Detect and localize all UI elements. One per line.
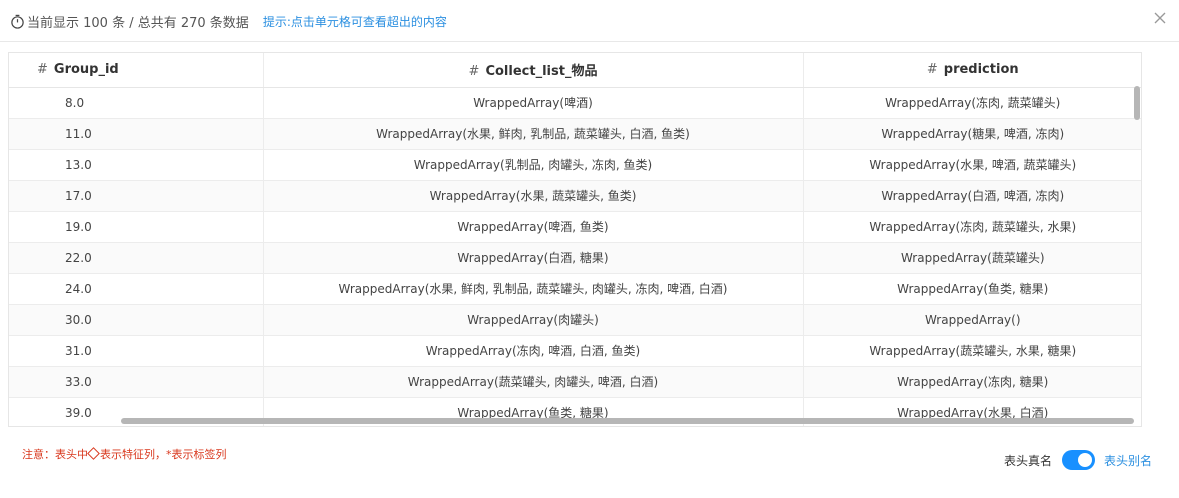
vertical-scroll-thumb[interactable] — [1134, 86, 1140, 120]
table-row: 24.0 WrappedArray(水果, 鲜肉, 乳制品, 蔬菜罐头, 肉罐头,… — [9, 273, 1141, 305]
top-bar: 当前显示 100 条 / 总共有 270 条数据 提示:点击单元格可查看超出的内… — [0, 0, 1179, 42]
vertical-scrollbar[interactable] — [1133, 84, 1141, 418]
table-row: 13.0 WrappedArray(乳制品, 肉罐头, 冻肉, 鱼类) Wrappe… — [9, 149, 1141, 181]
cell-group-id[interactable]: 22.0 — [9, 242, 264, 274]
table-row: 30.0 WrappedArray(肉罐头) WrappedArray() — [9, 304, 1141, 336]
cell-collect-list[interactable]: WrappedArray(蔬菜罐头, 肉罐头, 啤酒, 白酒) — [263, 366, 804, 398]
horizontal-scrollbar[interactable] — [9, 417, 1134, 425]
legend-note: 注意：表头中 表示特征列，*表示标签列 — [22, 447, 227, 461]
table-row: 19.0 WrappedArray(啤酒, 鱼类) WrappedArray(冻肉,… — [9, 211, 1141, 243]
cell-collect-list[interactable]: WrappedArray(水果, 蔬菜罐头, 鱼类) — [263, 180, 804, 212]
cell-prediction[interactable]: WrappedArray(蔬菜罐头, 水果, 糖果) — [803, 335, 1141, 367]
cell-collect-list[interactable]: WrappedArray(白酒, 糖果) — [263, 242, 804, 274]
cell-group-id[interactable]: 19.0 — [9, 211, 264, 243]
cell-collect-list[interactable]: WrappedArray(水果, 鲜肉, 乳制品, 蔬菜罐头, 白酒, 鱼类) — [263, 118, 804, 150]
cell-collect-list[interactable]: WrappedArray(乳制品, 肉罐头, 冻肉, 鱼类) — [263, 149, 804, 181]
table-row: 31.0 WrappedArray(冻肉, 啤酒, 白酒, 鱼类) WrappedA… — [9, 335, 1141, 367]
cell-prediction[interactable]: WrappedArray(水果, 啤酒, 蔬菜罐头) — [803, 149, 1141, 181]
table-row: 33.0 WrappedArray(蔬菜罐头, 肉罐头, 啤酒, 白酒) Wrapp… — [9, 366, 1141, 398]
cell-group-id[interactable]: 33.0 — [9, 366, 264, 398]
record-count-text: 当前显示 100 条 / 总共有 270 条数据 — [27, 16, 249, 31]
cell-group-id[interactable]: 31.0 — [9, 335, 264, 367]
cell-group-id[interactable]: 17.0 — [9, 180, 264, 212]
cell-prediction[interactable]: WrappedArray() — [803, 304, 1141, 336]
horizontal-scroll-thumb[interactable] — [121, 418, 1134, 424]
header-name-switch[interactable] — [1062, 450, 1096, 470]
feature-column-icon — [87, 447, 100, 460]
cell-group-id[interactable]: 8.0 — [9, 87, 264, 119]
cell-collect-list[interactable]: WrappedArray(水果, 鲜肉, 乳制品, 蔬菜罐头, 肉罐头, 冻肉,… — [263, 273, 804, 305]
tip-text: 提示:点击单元格可查看超出的内容 — [262, 15, 447, 29]
cell-group-id[interactable]: 24.0 — [9, 273, 264, 305]
cell-group-id[interactable]: 13.0 — [9, 149, 264, 181]
column-header-collect-list[interactable]: # Collect_list_物品 — [263, 53, 804, 88]
cell-prediction[interactable]: WrappedArray(鱼类, 糖果) — [803, 273, 1141, 305]
table-header-row: # Group_id # Collect_list_物品 # prediction — [9, 53, 1141, 88]
timer-icon — [11, 14, 24, 29]
cell-prediction[interactable]: WrappedArray(冻肉, 糖果) — [803, 366, 1141, 398]
table-row: 8.0 WrappedArray(啤酒) WrappedArray(冻肉, 蔬菜罐头… — [9, 87, 1141, 119]
cell-collect-list[interactable]: WrappedArray(啤酒) — [263, 87, 804, 119]
column-header-group-id[interactable]: # Group_id — [9, 53, 264, 88]
cell-collect-list[interactable]: WrappedArray(肉罐头) — [263, 304, 804, 336]
cell-collect-list[interactable]: WrappedArray(啤酒, 鱼类) — [263, 211, 804, 243]
real-name-label: 表头真名 — [1004, 453, 1053, 468]
data-table: # Group_id # Collect_list_物品 # prediction 8… — [8, 52, 1142, 427]
table-row: 11.0 WrappedArray(水果, 鲜肉, 乳制品, 蔬菜罐头, 白酒, … — [9, 118, 1141, 150]
column-header-prediction[interactable]: # prediction — [803, 53, 1141, 88]
table-row: 17.0 WrappedArray(水果, 蔬菜罐头, 鱼类) WrappedArr… — [9, 180, 1141, 212]
close-icon[interactable] — [1151, 9, 1169, 27]
header-name-toggle-area: 表头真名 表头别名 — [1004, 450, 1152, 470]
alias-name-label: 表头别名 — [1104, 453, 1153, 468]
cell-prediction[interactable]: WrappedArray(蔬菜罐头) — [803, 242, 1141, 274]
switch-knob — [1078, 453, 1093, 467]
cell-prediction[interactable]: WrappedArray(冻肉, 蔬菜罐头, 水果) — [803, 211, 1141, 243]
cell-prediction[interactable]: WrappedArray(糖果, 啤酒, 冻肉) — [803, 118, 1141, 150]
cell-group-id[interactable]: 30.0 — [9, 304, 264, 336]
cell-prediction[interactable]: WrappedArray(白酒, 啤酒, 冻肉) — [803, 180, 1141, 212]
record-info: 当前显示 100 条 / 总共有 270 条数据 提示:点击单元格可查看超出的内… — [10, 12, 447, 31]
cell-group-id[interactable]: 11.0 — [9, 118, 264, 150]
table-row: 22.0 WrappedArray(白酒, 糖果) WrappedArray(蔬菜罐… — [9, 242, 1141, 274]
cell-prediction[interactable]: WrappedArray(冻肉, 蔬菜罐头) — [803, 87, 1141, 119]
cell-collect-list[interactable]: WrappedArray(冻肉, 啤酒, 白酒, 鱼类) — [263, 335, 804, 367]
